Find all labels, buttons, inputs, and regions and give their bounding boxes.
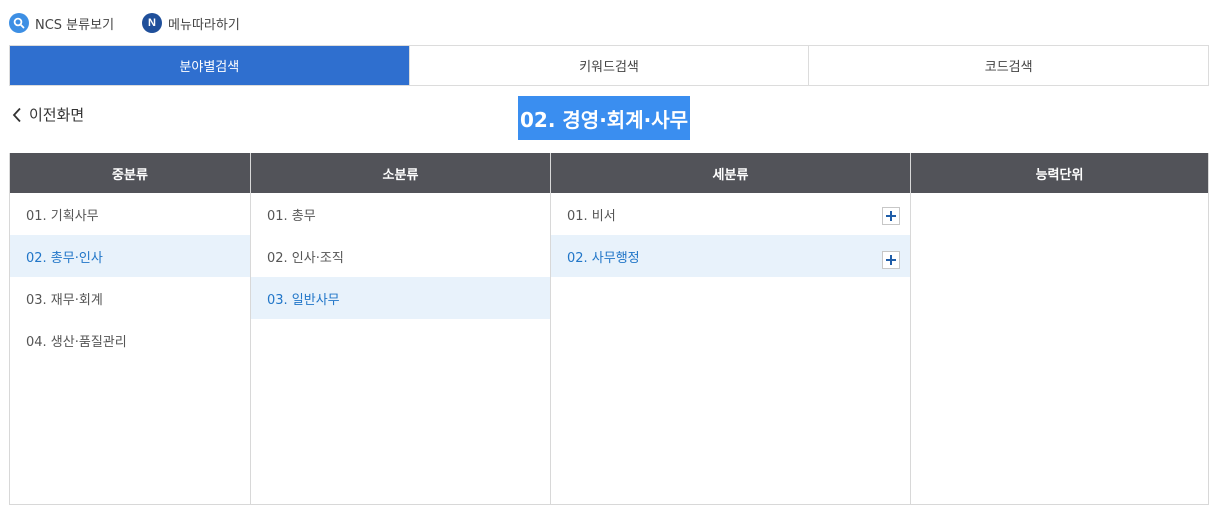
list-item[interactable]: 02. 사무행정 xyxy=(551,235,910,277)
column-header-units: 능력단위 xyxy=(911,153,1208,193)
list-item[interactable]: 01. 기획사무 xyxy=(10,193,250,235)
search-icon xyxy=(9,13,29,33)
menu-guide-link[interactable]: N 메뉴따라하기 xyxy=(142,13,240,33)
n-badge-icon: N xyxy=(142,13,163,33)
list-item-label: 01. 비서 xyxy=(567,208,616,224)
expand-button[interactable] xyxy=(882,251,900,269)
middle-category-column: 중분류 01. 기획사무 02. 총무·인사 03. 재무·회계 04. 생산·… xyxy=(10,153,250,504)
list-item[interactable]: 04. 생산·품질관리 xyxy=(10,319,250,361)
classification-grid: 중분류 01. 기획사무 02. 총무·인사 03. 재무·회계 04. 생산·… xyxy=(9,153,1209,505)
small-category-column: 소분류 01. 총무 02. 인사·조직 03. 일반사무 xyxy=(250,153,550,504)
list-item[interactable]: 02. 총무·인사 xyxy=(10,235,250,277)
ncs-classification-label: NCS 분류보기 xyxy=(35,17,115,33)
chevron-left-icon xyxy=(12,107,21,122)
search-tabs: 분야별검색 키워드검색 코드검색 xyxy=(9,45,1209,86)
list-item[interactable]: 03. 재무·회계 xyxy=(10,277,250,319)
list-item-label: 02. 사무행정 xyxy=(567,250,640,266)
tab-field-search[interactable]: 분야별검색 xyxy=(10,46,409,85)
competency-unit-column: 능력단위 xyxy=(910,153,1208,504)
list-item[interactable]: 01. 비서 xyxy=(551,193,910,235)
expand-button[interactable] xyxy=(882,207,900,225)
plus-icon xyxy=(886,211,896,221)
back-button[interactable]: 이전화면 xyxy=(12,104,84,125)
list-item[interactable]: 02. 인사·조직 xyxy=(251,235,550,277)
ncs-classification-link[interactable]: NCS 분류보기 xyxy=(9,13,114,33)
plus-icon xyxy=(886,255,896,265)
back-label: 이전화면 xyxy=(29,106,85,124)
column-header-detail: 세분류 xyxy=(551,153,910,193)
tab-code-search[interactable]: 코드검색 xyxy=(808,46,1209,85)
list-item[interactable]: 01. 총무 xyxy=(251,193,550,235)
list-item[interactable]: 03. 일반사무 xyxy=(251,277,550,319)
column-header-middle: 중분류 xyxy=(10,153,250,193)
menu-guide-label: 메뉴따라하기 xyxy=(168,17,240,33)
detail-category-column: 세분류 01. 비서 02. 사무행정 xyxy=(550,153,910,504)
tab-keyword-search[interactable]: 키워드검색 xyxy=(408,46,809,85)
page-title: 02. 경영·회계·사무 xyxy=(518,96,690,140)
column-header-small: 소분류 xyxy=(251,153,550,193)
top-links: NCS 분류보기 N 메뉴따라하기 xyxy=(9,11,268,35)
